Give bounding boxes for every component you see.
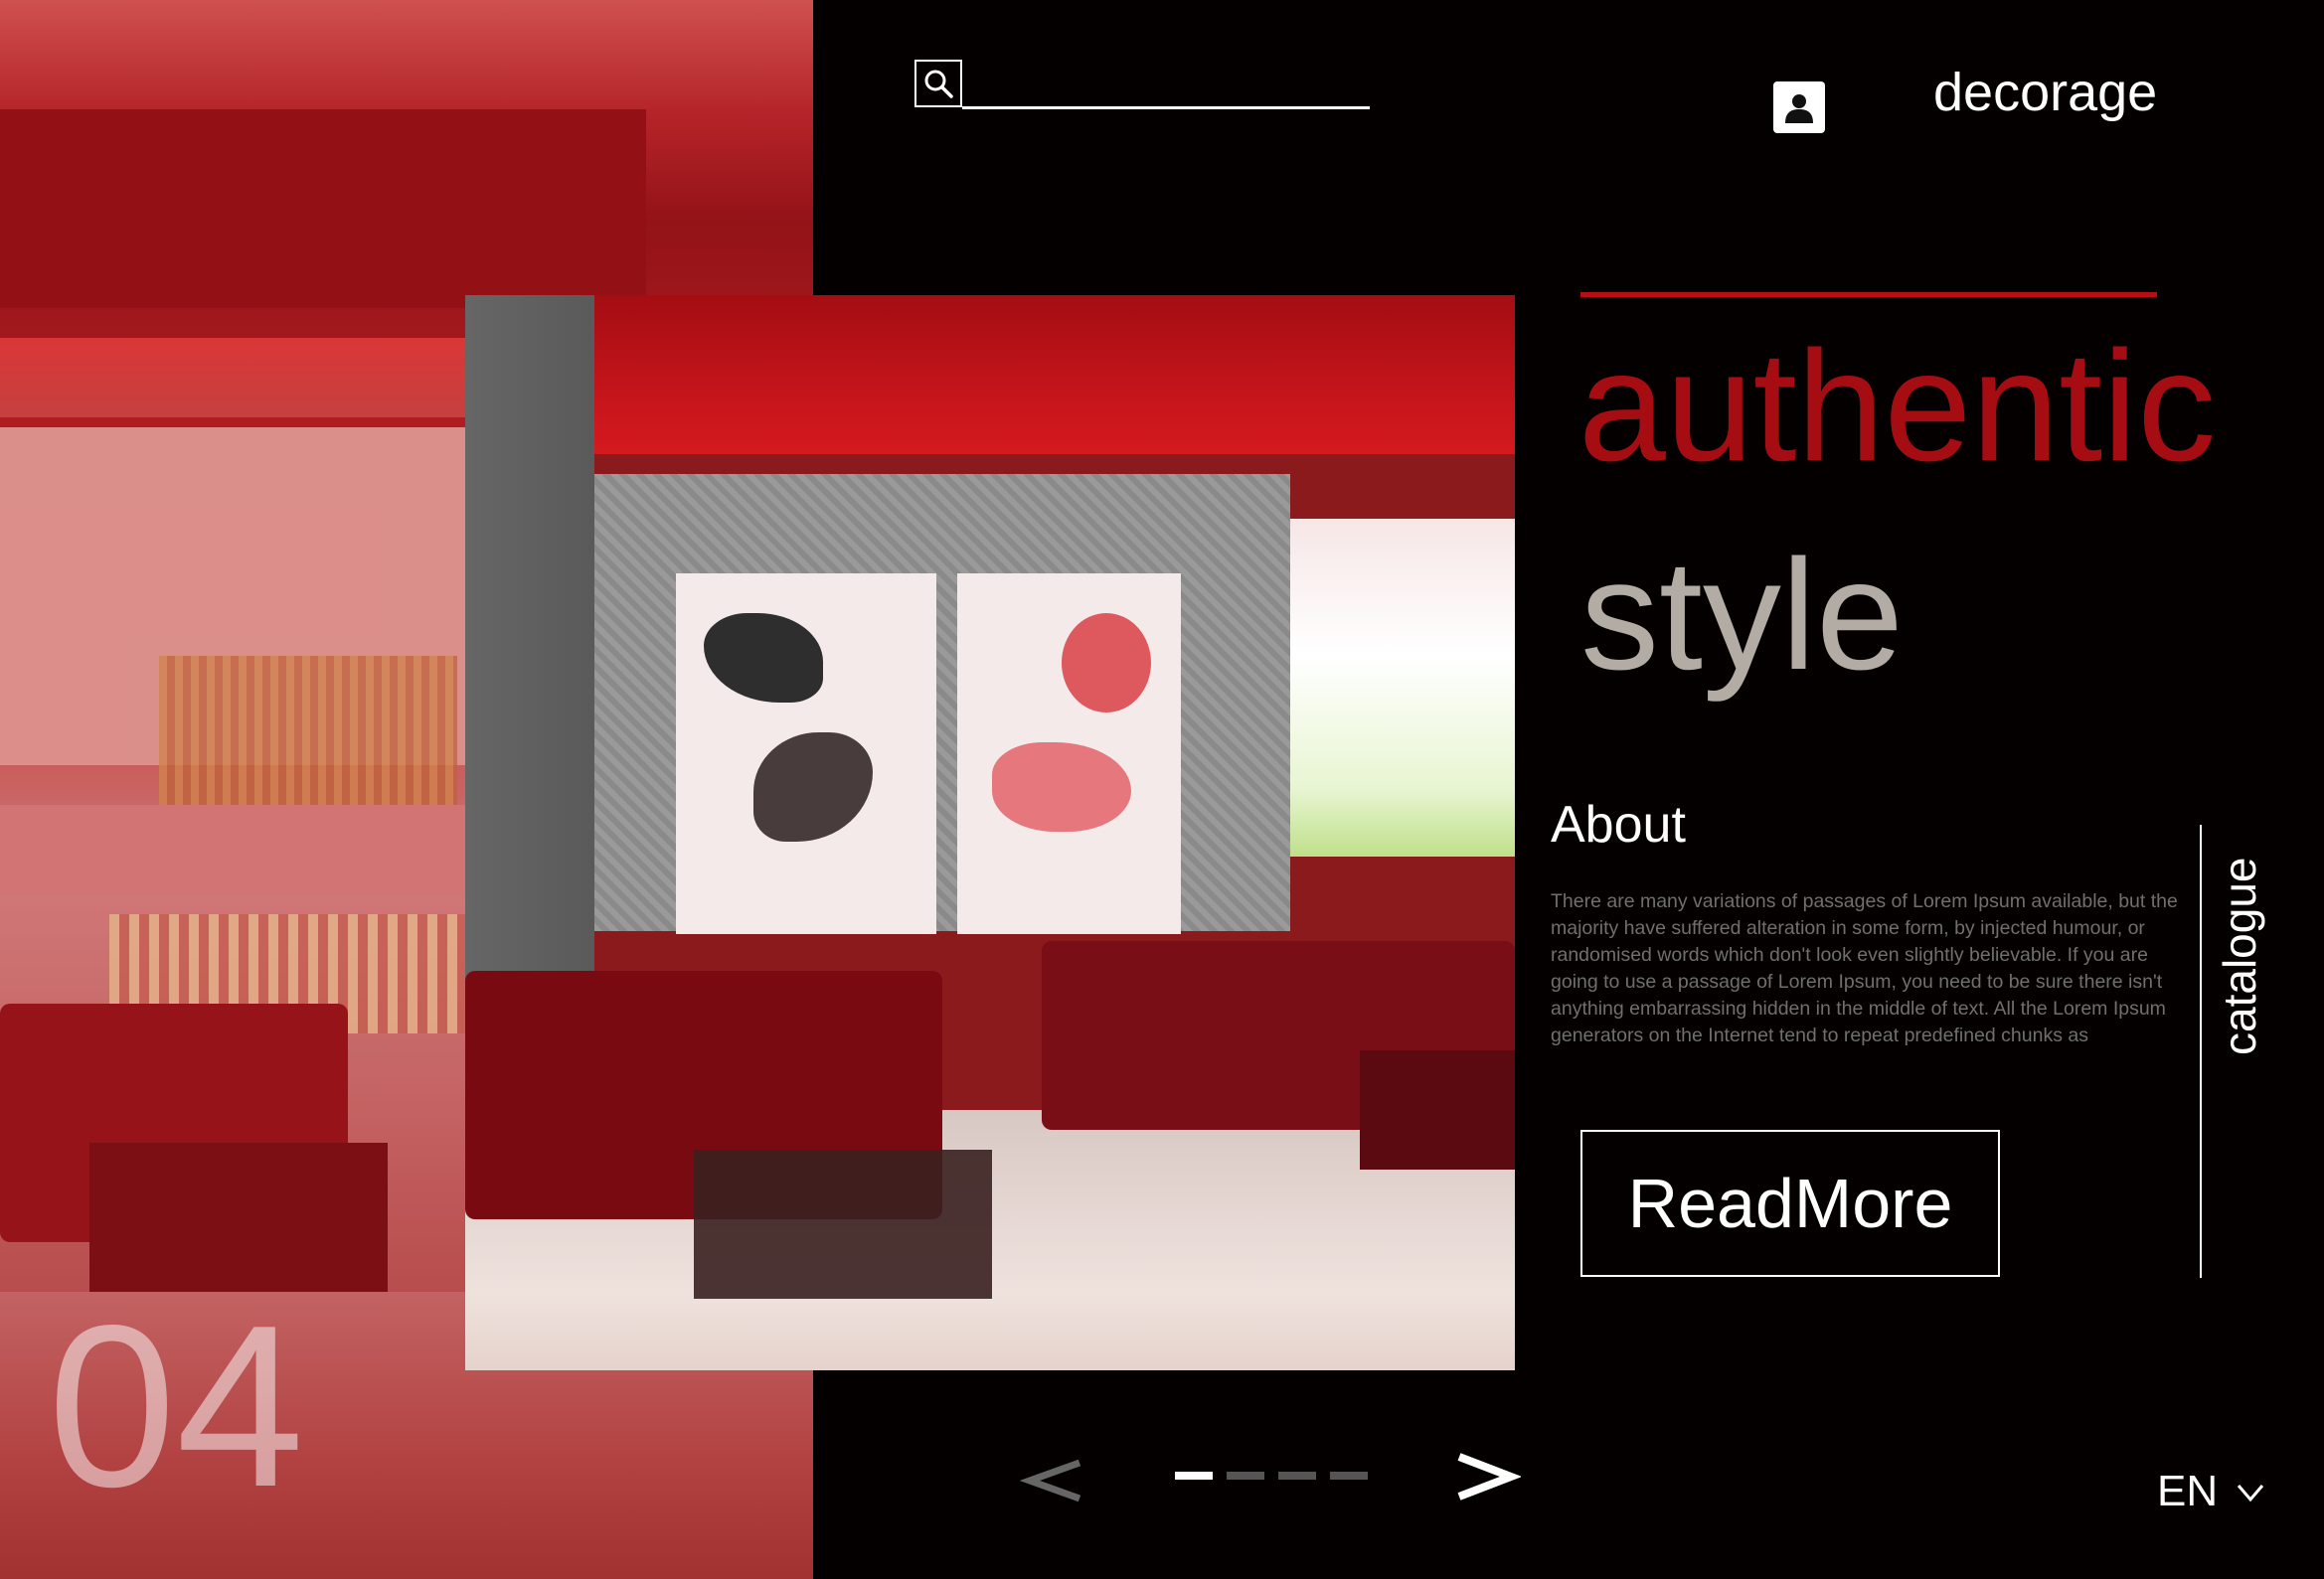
catalogue-divider — [2200, 825, 2202, 1278]
slide-number: 04 — [48, 1278, 305, 1535]
search-bar[interactable] — [914, 60, 1370, 111]
search-icon[interactable] — [914, 60, 962, 107]
slide-dot[interactable] — [1175, 1472, 1213, 1480]
user-account-icon[interactable] — [1773, 81, 1825, 133]
featured-room-image — [465, 295, 1515, 1370]
about-text: There are many variations of passages of… — [1551, 890, 2178, 1046]
slide-dot[interactable] — [1227, 1472, 1264, 1480]
hero-title-line1: authentic — [1578, 319, 2217, 494]
hero-title-line2: style — [1580, 528, 1904, 703]
accent-divider — [1580, 292, 2157, 297]
brand-logo[interactable]: decorage — [1933, 62, 2157, 123]
slide-dot[interactable] — [1278, 1472, 1316, 1480]
language-selector[interactable]: EN — [2157, 1467, 2265, 1516]
catalogue-link[interactable]: catalogue — [2213, 825, 2272, 1063]
chevron-left-icon[interactable] — [1019, 1425, 1089, 1534]
page: decorage authentic style About There are… — [0, 0, 2324, 1579]
slide-indicator — [1175, 1472, 1368, 1480]
about-heading: About — [1551, 796, 1686, 854]
chevron-right-icon[interactable] — [1451, 1425, 1523, 1534]
search-input[interactable] — [962, 106, 1370, 109]
slide-dot[interactable] — [1330, 1472, 1368, 1480]
chevron-down-icon — [2237, 1485, 2264, 1502]
language-label: EN — [2157, 1467, 2219, 1515]
catalogue-label: catalogue — [2214, 857, 2265, 1056]
read-more-button[interactable]: ReadMore — [1580, 1130, 2000, 1277]
